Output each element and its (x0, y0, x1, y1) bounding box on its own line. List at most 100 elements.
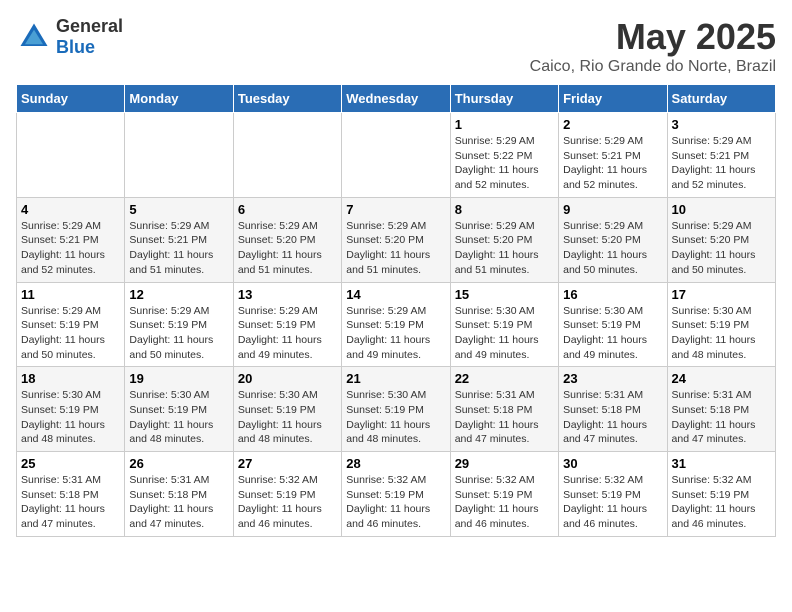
calendar-cell: 17Sunrise: 5:30 AM Sunset: 5:19 PM Dayli… (667, 282, 775, 367)
calendar-cell: 18Sunrise: 5:30 AM Sunset: 5:19 PM Dayli… (17, 367, 125, 452)
calendar-cell: 21 Sunrise: 5:30 AM Sunset: 5:19 PM Dayli… (342, 367, 450, 452)
calendar-week-row: 11 Sunrise: 5:29 AM Sunset: 5:19 PM Dayli… (17, 282, 776, 367)
location-title: Caico, Rio Grande do Norte, Brazil (530, 58, 776, 76)
day-number: 23 (563, 371, 662, 386)
day-number: 9 (563, 202, 662, 217)
calendar-cell: 26Sunrise: 5:31 AM Sunset: 5:18 PM Dayli… (125, 452, 233, 537)
calendar-cell: 6 Sunrise: 5:29 AM Sunset: 5:20 PM Daylig… (233, 197, 341, 282)
calendar-week-row: 4Sunrise: 5:29 AM Sunset: 5:21 PM Daylig… (17, 197, 776, 282)
day-info: Sunrise: 5:29 AM Sunset: 5:20 PM Dayligh… (238, 219, 337, 278)
day-number: 6 (238, 202, 337, 217)
page-header: General Blue May 2025 Caico, Rio Grande … (16, 16, 776, 76)
calendar-cell: 7 Sunrise: 5:29 AM Sunset: 5:20 PM Daylig… (342, 197, 450, 282)
day-info: Sunrise: 5:29 AM Sunset: 5:21 PM Dayligh… (672, 134, 771, 193)
day-number: 5 (129, 202, 228, 217)
logo-text-general: General (56, 16, 123, 36)
day-number: 1 (455, 117, 554, 132)
calendar-cell: 10Sunrise: 5:29 AM Sunset: 5:20 PM Dayli… (667, 197, 775, 282)
col-sunday: Sunday (17, 85, 125, 113)
day-info: Sunrise: 5:30 AM Sunset: 5:19 PM Dayligh… (346, 388, 445, 447)
day-number: 21 (346, 371, 445, 386)
day-info: Sunrise: 5:29 AM Sunset: 5:19 PM Dayligh… (129, 304, 228, 363)
calendar-cell: 15 Sunrise: 5:30 AM Sunset: 5:19 PM Dayli… (450, 282, 558, 367)
day-info: Sunrise: 5:30 AM Sunset: 5:19 PM Dayligh… (563, 304, 662, 363)
col-monday: Monday (125, 85, 233, 113)
day-number: 22 (455, 371, 554, 386)
day-info: Sunrise: 5:30 AM Sunset: 5:19 PM Dayligh… (238, 388, 337, 447)
calendar-cell (342, 113, 450, 198)
logo-text-blue: Blue (56, 37, 95, 57)
day-number: 14 (346, 287, 445, 302)
calendar-cell: 30 Sunrise: 5:32 AM Sunset: 5:19 PM Dayli… (559, 452, 667, 537)
day-info: Sunrise: 5:29 AM Sunset: 5:21 PM Dayligh… (21, 219, 120, 278)
calendar-cell: 2Sunrise: 5:29 AM Sunset: 5:21 PM Daylig… (559, 113, 667, 198)
calendar-week-row: 1Sunrise: 5:29 AM Sunset: 5:22 PM Daylig… (17, 113, 776, 198)
day-number: 8 (455, 202, 554, 217)
calendar-cell: 27Sunrise: 5:32 AM Sunset: 5:19 PM Dayli… (233, 452, 341, 537)
day-number: 31 (672, 456, 771, 471)
day-number: 12 (129, 287, 228, 302)
calendar-cell: 22 Sunrise: 5:31 AM Sunset: 5:18 PM Dayli… (450, 367, 558, 452)
calendar-cell: 14 Sunrise: 5:29 AM Sunset: 5:19 PM Dayli… (342, 282, 450, 367)
day-info: Sunrise: 5:29 AM Sunset: 5:20 PM Dayligh… (455, 219, 554, 278)
day-number: 26 (129, 456, 228, 471)
day-number: 13 (238, 287, 337, 302)
day-info: Sunrise: 5:31 AM Sunset: 5:18 PM Dayligh… (672, 388, 771, 447)
day-number: 30 (563, 456, 662, 471)
calendar-cell: 5 Sunrise: 5:29 AM Sunset: 5:21 PM Daylig… (125, 197, 233, 282)
calendar-cell: 9 Sunrise: 5:29 AM Sunset: 5:20 PM Daylig… (559, 197, 667, 282)
calendar-cell: 24Sunrise: 5:31 AM Sunset: 5:18 PM Dayli… (667, 367, 775, 452)
calendar-header-row: Sunday Monday Tuesday Wednesday Thursday… (17, 85, 776, 113)
col-saturday: Saturday (667, 85, 775, 113)
calendar-cell (125, 113, 233, 198)
day-info: Sunrise: 5:31 AM Sunset: 5:18 PM Dayligh… (563, 388, 662, 447)
calendar-cell: 28 Sunrise: 5:32 AM Sunset: 5:19 PM Dayli… (342, 452, 450, 537)
day-number: 11 (21, 287, 120, 302)
calendar-cell: 25Sunrise: 5:31 AM Sunset: 5:18 PM Dayli… (17, 452, 125, 537)
calendar-table: Sunday Monday Tuesday Wednesday Thursday… (16, 84, 776, 537)
day-number: 20 (238, 371, 337, 386)
day-info: Sunrise: 5:31 AM Sunset: 5:18 PM Dayligh… (455, 388, 554, 447)
day-info: Sunrise: 5:32 AM Sunset: 5:19 PM Dayligh… (455, 473, 554, 532)
day-number: 17 (672, 287, 771, 302)
calendar-cell: 3 Sunrise: 5:29 AM Sunset: 5:21 PM Daylig… (667, 113, 775, 198)
calendar-cell: 29Sunrise: 5:32 AM Sunset: 5:19 PM Dayli… (450, 452, 558, 537)
title-area: May 2025 Caico, Rio Grande do Norte, Bra… (530, 16, 776, 76)
day-info: Sunrise: 5:29 AM Sunset: 5:20 PM Dayligh… (672, 219, 771, 278)
day-number: 15 (455, 287, 554, 302)
col-thursday: Thursday (450, 85, 558, 113)
day-number: 18 (21, 371, 120, 386)
calendar-cell: 4Sunrise: 5:29 AM Sunset: 5:21 PM Daylig… (17, 197, 125, 282)
day-info: Sunrise: 5:29 AM Sunset: 5:21 PM Dayligh… (129, 219, 228, 278)
day-info: Sunrise: 5:29 AM Sunset: 5:20 PM Dayligh… (346, 219, 445, 278)
day-info: Sunrise: 5:30 AM Sunset: 5:19 PM Dayligh… (455, 304, 554, 363)
day-info: Sunrise: 5:31 AM Sunset: 5:18 PM Dayligh… (21, 473, 120, 532)
calendar-cell: 23 Sunrise: 5:31 AM Sunset: 5:18 PM Dayli… (559, 367, 667, 452)
month-title: May 2025 (530, 16, 776, 58)
day-info: Sunrise: 5:29 AM Sunset: 5:20 PM Dayligh… (563, 219, 662, 278)
day-info: Sunrise: 5:32 AM Sunset: 5:19 PM Dayligh… (238, 473, 337, 532)
day-info: Sunrise: 5:29 AM Sunset: 5:19 PM Dayligh… (21, 304, 120, 363)
day-number: 3 (672, 117, 771, 132)
day-info: Sunrise: 5:32 AM Sunset: 5:19 PM Dayligh… (563, 473, 662, 532)
day-number: 7 (346, 202, 445, 217)
calendar-cell: 16 Sunrise: 5:30 AM Sunset: 5:19 PM Dayli… (559, 282, 667, 367)
day-info: Sunrise: 5:29 AM Sunset: 5:21 PM Dayligh… (563, 134, 662, 193)
logo: General Blue (16, 16, 123, 58)
day-number: 16 (563, 287, 662, 302)
day-number: 28 (346, 456, 445, 471)
day-info: Sunrise: 5:29 AM Sunset: 5:19 PM Dayligh… (346, 304, 445, 363)
calendar-week-row: 18 Sunrise: 5:30 AM Sunset: 5:19 PM Dayli… (17, 367, 776, 452)
day-info: Sunrise: 5:30 AM Sunset: 5:19 PM Dayligh… (129, 388, 228, 447)
calendar-cell (233, 113, 341, 198)
calendar-cell: 1Sunrise: 5:29 AM Sunset: 5:22 PM Daylig… (450, 113, 558, 198)
logo-icon (16, 19, 52, 55)
col-tuesday: Tuesday (233, 85, 341, 113)
day-info: Sunrise: 5:29 AM Sunset: 5:19 PM Dayligh… (238, 304, 337, 363)
calendar-cell: 12 Sunrise: 5:29 AM Sunset: 5:19 PM Dayli… (125, 282, 233, 367)
col-wednesday: Wednesday (342, 85, 450, 113)
day-number: 19 (129, 371, 228, 386)
day-info: Sunrise: 5:32 AM Sunset: 5:19 PM Dayligh… (346, 473, 445, 532)
calendar-cell: 8 Sunrise: 5:29 AM Sunset: 5:20 PM Daylig… (450, 197, 558, 282)
calendar-cell: 13 Sunrise: 5:29 AM Sunset: 5:19 PM Dayli… (233, 282, 341, 367)
